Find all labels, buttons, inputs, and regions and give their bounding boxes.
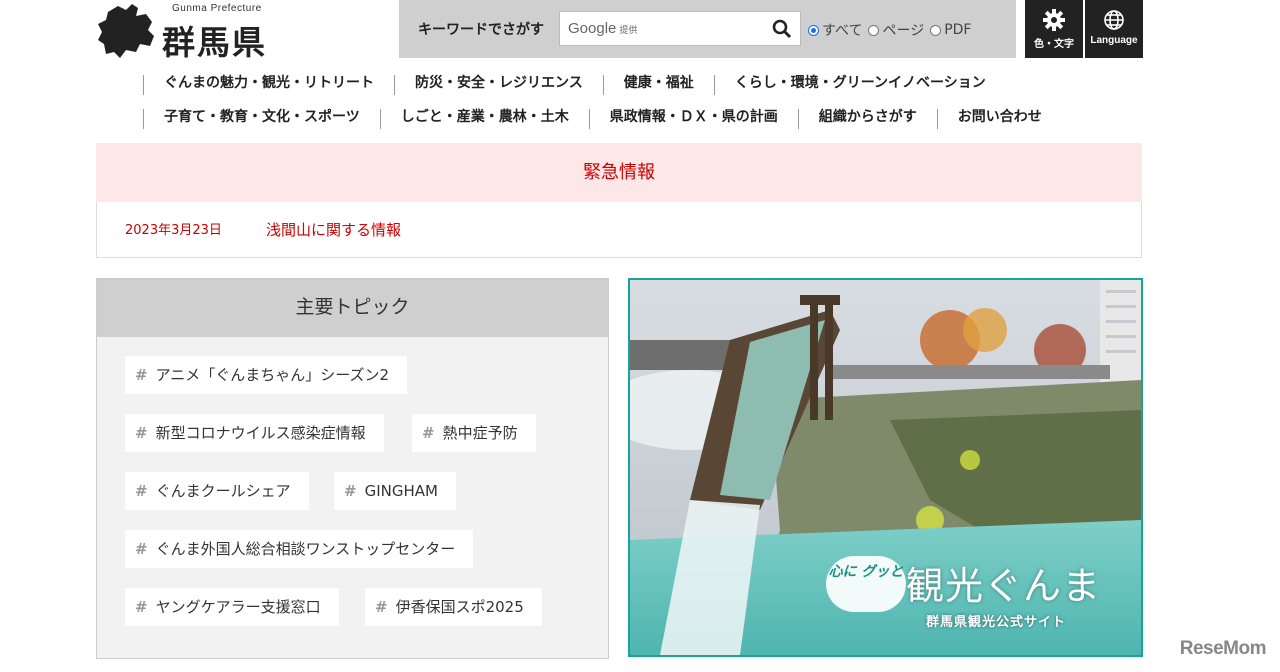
banner-subtitle: 群馬県観光公式サイト xyxy=(926,615,1067,630)
nav-item-health[interactable]: 健康・福祉 xyxy=(602,75,714,95)
emergency-link[interactable]: 浅間山に関する情報 xyxy=(266,219,401,240)
radio-pdf[interactable]: PDF xyxy=(930,22,971,38)
hash-icon: # xyxy=(135,366,148,384)
logo-title: 群馬県 xyxy=(162,23,267,62)
search-input[interactable]: Google 提供 xyxy=(559,11,801,46)
search-icon[interactable] xyxy=(772,19,792,39)
hash-icon: # xyxy=(135,598,148,616)
language-button[interactable]: Language xyxy=(1085,0,1143,58)
logo-subtitle: Gunma Prefecture xyxy=(172,3,262,14)
language-label: Language xyxy=(1090,35,1138,46)
color-text-button[interactable]: 色・文字 xyxy=(1025,0,1083,58)
topic-tag[interactable]: # GINGHAM xyxy=(334,472,456,510)
nav-item-disaster[interactable]: 防災・安全・レジリエンス xyxy=(394,75,603,95)
banner-catchphrase: 心に グッと xyxy=(826,556,906,612)
search-bar: キーワードでさがす Google 提供 すべて ページ PDF xyxy=(399,0,1016,58)
nav-item-living[interactable]: くらし・環境・グリーンイノベーション xyxy=(713,75,1006,95)
topic-tag[interactable]: # ぐんま外国人総合相談ワンストップセンター xyxy=(125,530,474,568)
radio-dot-selected[interactable] xyxy=(808,24,819,36)
nav-item-tourism[interactable]: ぐんまの魅力・観光・リトリート xyxy=(143,75,394,95)
gunma-map-icon xyxy=(98,4,154,58)
nav-item-industry[interactable]: しごと・産業・農林・土木 xyxy=(379,109,589,129)
topic-tag[interactable]: # アニメ「ぐんまちゃん」シーズン2 xyxy=(125,356,408,394)
globe-icon xyxy=(1104,10,1124,30)
topic-tag[interactable]: # 熱中症予防 xyxy=(412,414,536,452)
topic-tag[interactable]: # 新型コロナウイルス感染症情報 xyxy=(125,414,384,452)
nav-item-contact[interactable]: お問い合わせ xyxy=(936,109,1062,129)
color-text-label: 色・文字 xyxy=(1034,39,1074,50)
radio-dot[interactable] xyxy=(868,24,880,36)
tourism-banner[interactable]: 心に グッと 観光ぐんま 群馬県観光公式サイト xyxy=(628,278,1143,657)
topic-tag[interactable]: # ぐんまクールシェア xyxy=(125,472,309,510)
search-brand: Google 提供 xyxy=(568,20,638,37)
emergency-list: 2023年3月23日 浅間山に関する情報 xyxy=(96,202,1142,258)
site-logo[interactable]: Gunma Prefecture 群馬県 xyxy=(96,0,286,62)
radio-all[interactable]: すべて xyxy=(808,20,862,40)
gear-icon xyxy=(1043,9,1065,31)
hash-icon: # xyxy=(135,424,148,442)
radio-dot[interactable] xyxy=(930,24,942,36)
search-label: キーワードでさがす xyxy=(418,22,544,38)
main-topics: 主要トピック # アニメ「ぐんまちゃん」シーズン2 # 新型コロナウイルス感染症情報… xyxy=(96,278,609,659)
search-scope: すべて ページ PDF xyxy=(808,20,971,40)
hash-icon: # xyxy=(135,482,148,500)
hash-icon: # xyxy=(375,598,388,616)
hash-icon: # xyxy=(344,482,357,500)
nav-item-education[interactable]: 子育て・教育・文化・スポーツ xyxy=(143,109,380,129)
banner-title: 観光ぐんま xyxy=(906,564,1102,608)
watermark: ReseMom xyxy=(1179,638,1267,659)
nav-item-organization[interactable]: 組織からさがす xyxy=(797,109,937,129)
hash-icon: # xyxy=(135,540,148,558)
emergency-title: 緊急情報 xyxy=(96,143,1142,202)
global-nav-row-1: ぐんまの魅力・観光・リトリート 防災・安全・レジリエンス 健康・福祉 くらし・環… xyxy=(143,75,1006,95)
emergency-date: 2023年3月23日 xyxy=(125,223,222,238)
topic-tag[interactable]: # 伊香保国スポ2025 xyxy=(365,588,542,626)
hash-icon: # xyxy=(422,424,435,442)
radio-page[interactable]: ページ xyxy=(868,20,924,40)
topics-title: 主要トピック xyxy=(97,279,608,337)
topic-tag[interactable]: # ヤングケアラー支援窓口 xyxy=(125,588,339,626)
global-nav-row-2: 子育て・教育・文化・スポーツ しごと・産業・農林・土木 県政情報・ＤＸ・県の計画… xyxy=(143,109,1062,129)
nav-item-government[interactable]: 県政情報・ＤＸ・県の計画 xyxy=(588,109,798,129)
